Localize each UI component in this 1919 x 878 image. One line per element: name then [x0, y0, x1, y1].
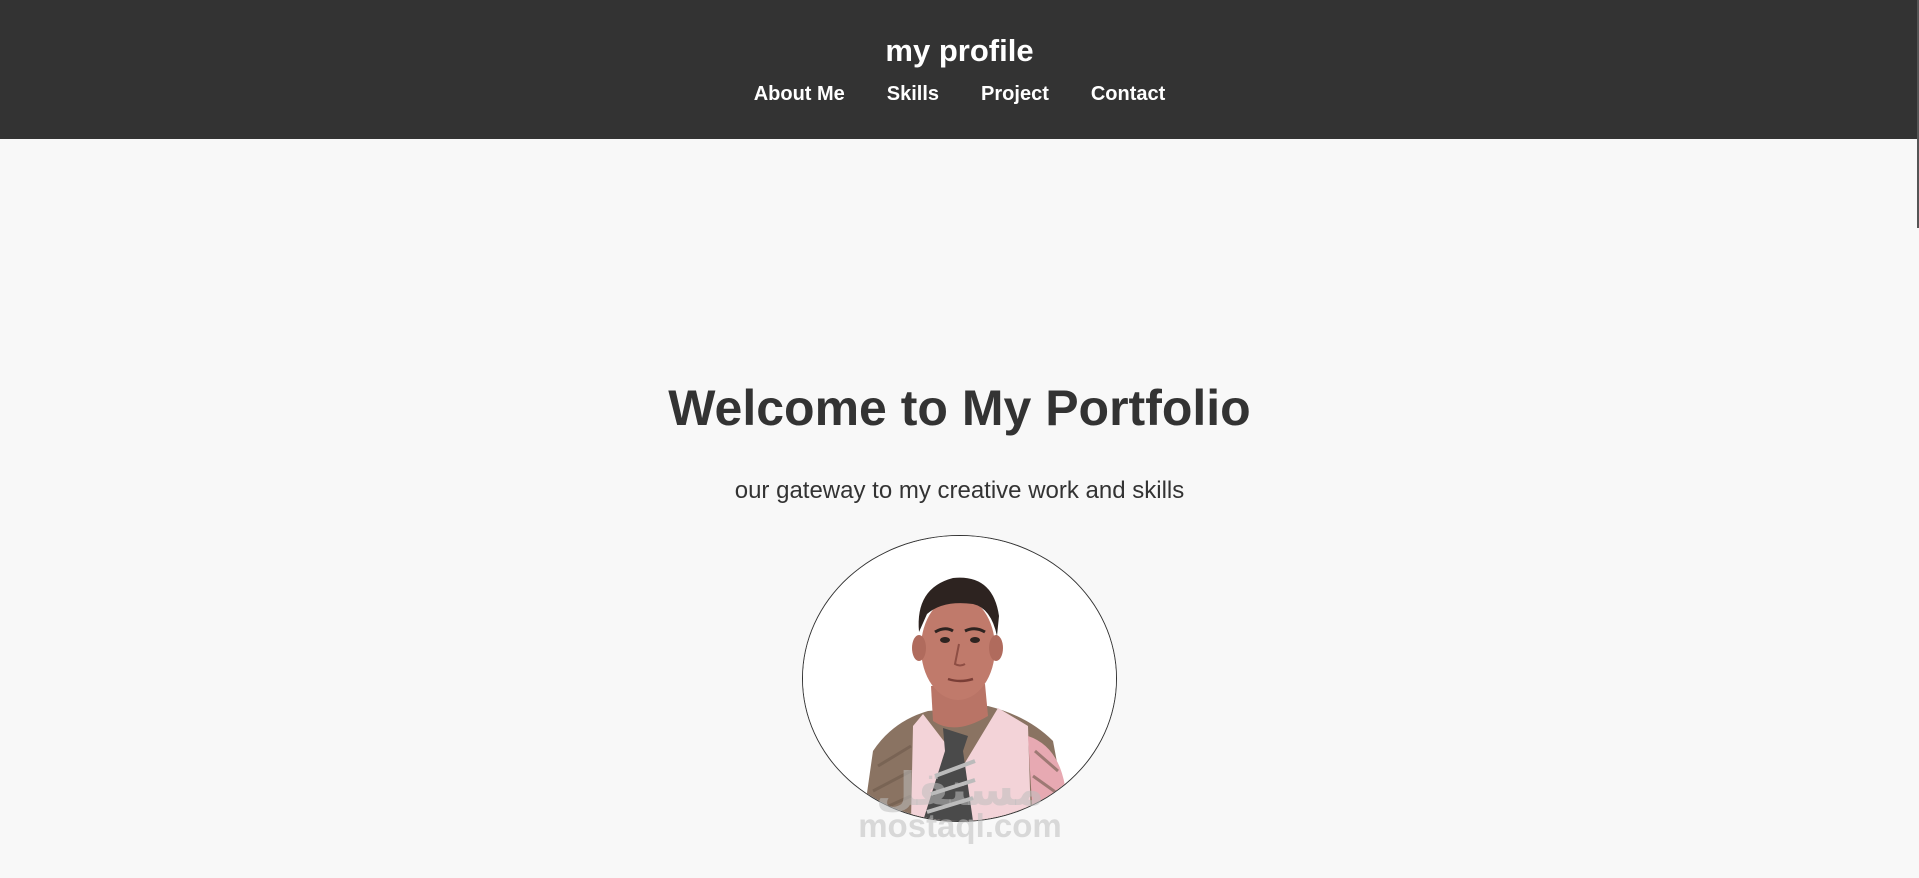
- person-portrait-icon: [803, 536, 1116, 821]
- nav-link-contact[interactable]: Contact: [1070, 80, 1186, 108]
- site-title: my profile: [885, 33, 1034, 68]
- nav-link-about-me[interactable]: About Me: [733, 80, 866, 108]
- main-nav: About Me Skills Project Contact: [0, 80, 1919, 108]
- nav-link-skills[interactable]: Skills: [866, 80, 960, 108]
- hero-subtitle: our gateway to my creative work and skil…: [734, 477, 1185, 504]
- page: my profile About Me Skills Project Conta…: [0, 0, 1919, 878]
- hero-title: Welcome to My Portfolio: [668, 380, 1251, 436]
- nav-link-project[interactable]: Project: [960, 80, 1070, 108]
- profile-photo: [802, 535, 1117, 822]
- site-header: my profile About Me Skills Project Conta…: [0, 0, 1919, 139]
